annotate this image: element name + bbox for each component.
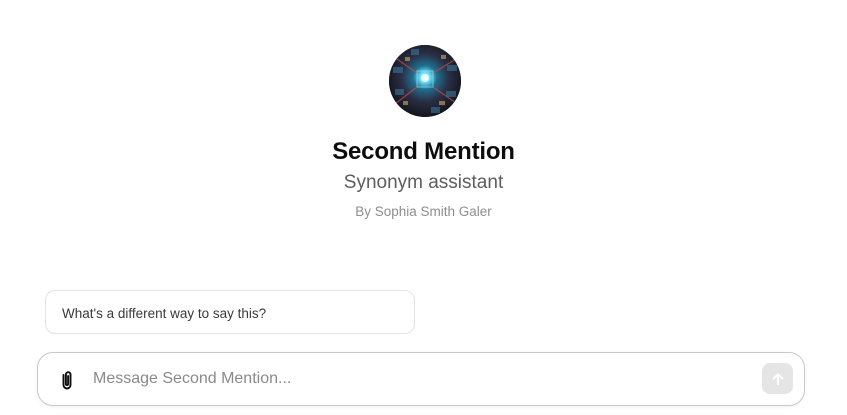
gpt-chat-page: Second Mention Synonym assistant By Soph… bbox=[0, 0, 847, 415]
conversation-starter-card[interactable]: What's a different way to say this? bbox=[45, 290, 415, 334]
arrow-up-icon bbox=[772, 372, 783, 385]
message-composer bbox=[37, 352, 805, 406]
paperclip-icon bbox=[62, 371, 72, 390]
gpt-avatar bbox=[389, 45, 461, 117]
send-button[interactable] bbox=[762, 363, 793, 394]
gpt-name: Second Mention bbox=[332, 138, 515, 165]
conversation-starter-text: What's a different way to say this? bbox=[62, 306, 267, 321]
gpt-description: Synonym assistant bbox=[343, 172, 504, 193]
abstract-tunnel-avatar-icon bbox=[389, 45, 461, 117]
gpt-author: By Sophia Smith Galer bbox=[355, 204, 492, 219]
message-input[interactable] bbox=[93, 365, 743, 393]
attach-file-button[interactable] bbox=[54, 367, 80, 393]
